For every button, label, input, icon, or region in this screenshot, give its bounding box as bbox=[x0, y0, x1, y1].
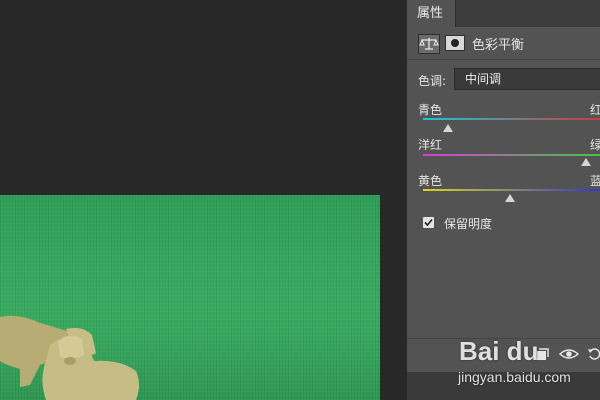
slider-cyan-red-thumb[interactable] bbox=[442, 124, 453, 132]
slider-yellow-blue-track[interactable] bbox=[423, 189, 600, 191]
slider-cyan-red-track[interactable] bbox=[423, 118, 600, 120]
slider-magenta-green-track[interactable] bbox=[423, 154, 600, 156]
canvas-image[interactable] bbox=[0, 195, 380, 400]
properties-panel: 属性 色彩平衡 色调: 中间调 青色 红 洋红 绿 黄色 蓝 保留明度 bbox=[407, 0, 600, 372]
slider-magenta-green-thumb[interactable] bbox=[581, 158, 592, 166]
preserve-luminosity-checkbox[interactable] bbox=[423, 217, 434, 228]
slider-cyan-label: 青色 bbox=[418, 103, 443, 117]
slider-green-label: 绿 bbox=[590, 138, 600, 152]
slider-yellow-blue-thumb[interactable] bbox=[505, 194, 516, 202]
watermark-logo: Bai du bbox=[459, 336, 539, 366]
slider-magenta-label: 洋红 bbox=[418, 138, 443, 152]
slider-yellow-label: 黄色 bbox=[418, 174, 443, 188]
preserve-luminosity-label: 保留明度 bbox=[444, 217, 493, 231]
panel-title: 色彩平衡 bbox=[472, 38, 525, 53]
baidu-watermark: Bai du jingyan.baidu.com bbox=[455, 336, 595, 400]
layer-mask-icon[interactable] bbox=[445, 35, 465, 51]
tone-label: 色调: bbox=[418, 74, 447, 88]
tone-select[interactable]: 中间调 bbox=[454, 68, 600, 90]
color-balance-icon[interactable] bbox=[418, 34, 440, 54]
panel-tab-strip: 属性 bbox=[407, 0, 600, 27]
slider-red-label: 红 bbox=[590, 103, 600, 117]
tab-properties[interactable]: 属性 bbox=[407, 0, 456, 27]
watermark-url: jingyan.baidu.com bbox=[458, 369, 571, 385]
checkmark-icon bbox=[424, 218, 433, 227]
panel-title-row: 色彩平衡 bbox=[407, 27, 600, 60]
slider-blue-label: 蓝 bbox=[590, 174, 600, 188]
cows-illustration bbox=[0, 315, 139, 400]
